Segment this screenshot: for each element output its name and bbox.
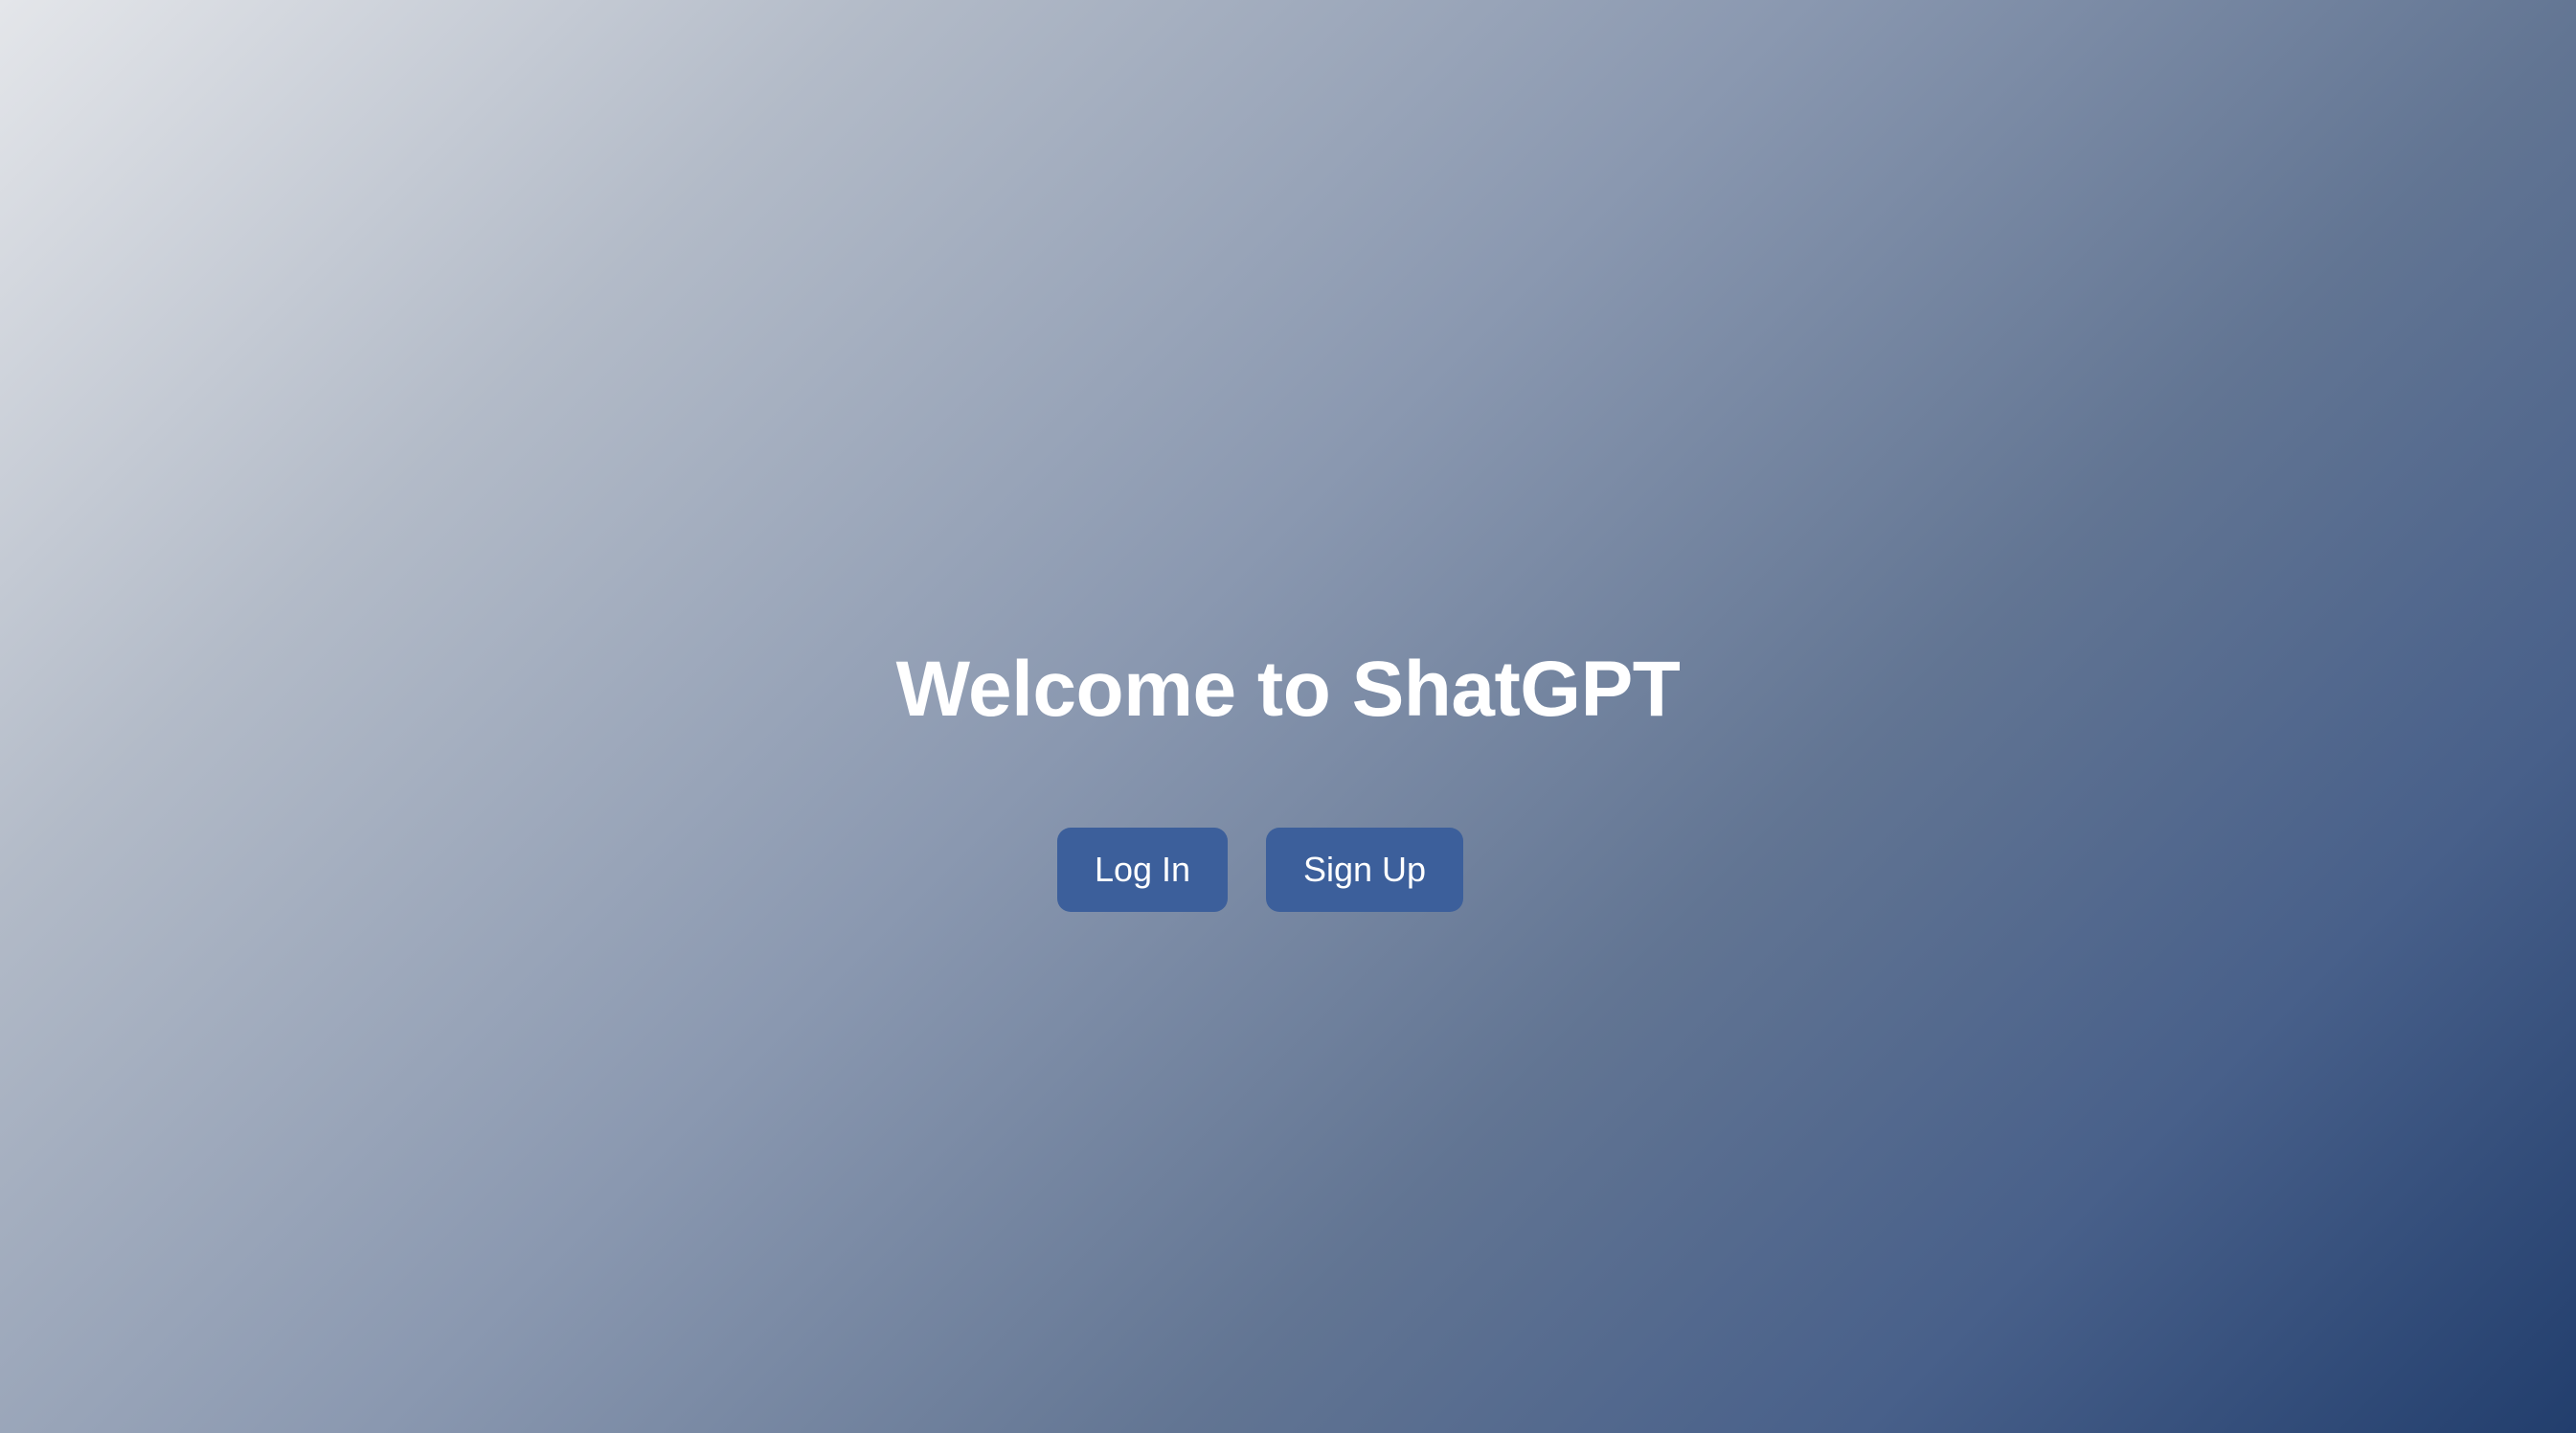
- page-title: Welcome to ShatGPT: [895, 646, 1681, 733]
- signup-button[interactable]: Sign Up: [1266, 828, 1463, 912]
- welcome-screen: Welcome to ShatGPT Log In Sign Up: [0, 0, 2576, 1433]
- login-button[interactable]: Log In: [1057, 828, 1228, 912]
- auth-actions: Log In Sign Up: [0, 828, 2576, 912]
